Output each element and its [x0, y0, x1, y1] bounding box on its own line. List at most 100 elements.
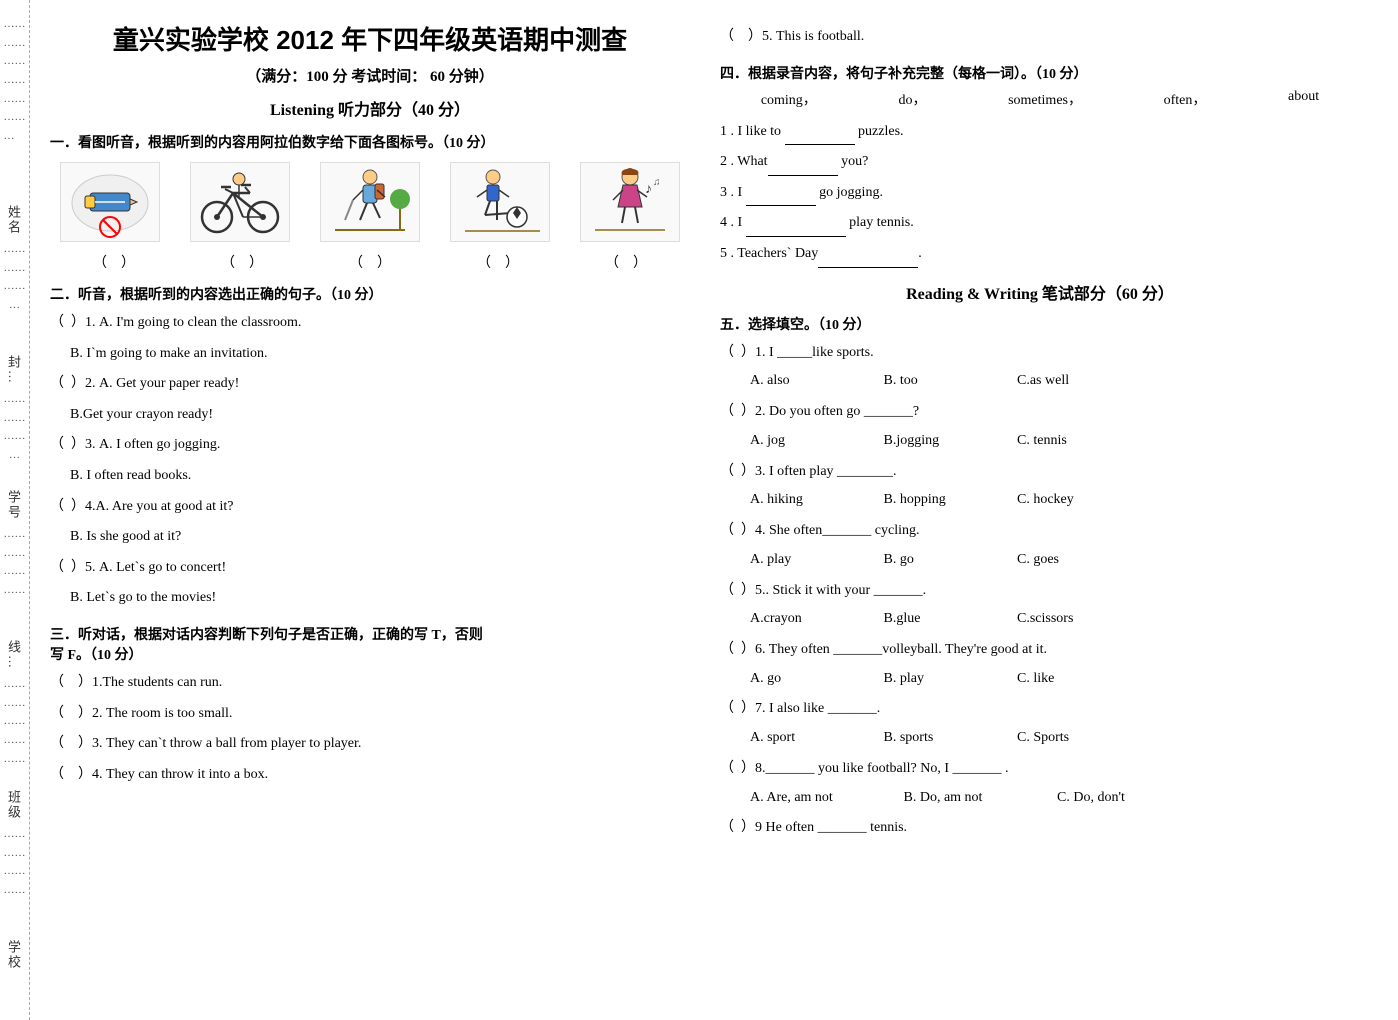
- blank-s4-2: [768, 160, 838, 176]
- s5-q6-a: A. go: [750, 666, 870, 693]
- label-banji: 班级: [4, 790, 23, 820]
- s5-q3-opts: A. hiking B. hopping C. hockey: [750, 487, 1360, 514]
- images-row: ♪ ♫: [50, 162, 690, 242]
- page: ………………………………… 姓名 ………………… 封… ………………… 学号 ……: [0, 0, 1398, 1020]
- s5-q8-text: 8._______ you like football? No, I _____…: [755, 756, 1360, 782]
- s5-q1-text: 1. I _____like sports.: [755, 340, 1360, 366]
- reading-header: Reading & Writing 笔试部分（60 分）: [720, 280, 1360, 304]
- image-3: [320, 162, 420, 242]
- s5-q7-a: A. sport: [750, 725, 870, 752]
- word-4: often，: [1164, 89, 1207, 109]
- s5-q4: （ ） 4. She often_______ cycling.: [720, 518, 1360, 544]
- section-four-title: 四．根据录音内容，将句子补充完整（每格一词）。（10 分）: [720, 63, 1360, 83]
- blank-s4-5: [818, 252, 918, 268]
- dot-lines-top: …………………………………: [4, 15, 26, 146]
- section-three-cont: （ ）5. This is football.: [720, 24, 1360, 51]
- pencil-svg: [65, 165, 155, 240]
- s2-q2: （ ）2. A. Get your paper ready!: [50, 371, 690, 398]
- s5-q2-opts: A. jog B.jogging C. tennis: [750, 428, 1360, 455]
- section-one-label: 一．: [50, 136, 78, 151]
- s5-q4-b: B. go: [884, 547, 1004, 574]
- dot-lines-mid1: …………………: [0, 240, 29, 315]
- s5-q3-text: 3. I often play ________.: [755, 459, 1360, 485]
- section-two: 二．听音，根据听到的内容选出正确的句子。（10 分） （ ）1. A. I'm …: [50, 284, 690, 612]
- section-four: 四．根据录音内容，将句子补充完整（每格一词）。（10 分） coming， do…: [720, 63, 1360, 268]
- s5-q8-opts: A. Are, am not B. Do, am not C. Do, don'…: [750, 785, 1360, 812]
- section-three-title: 三．听对话，根据对话内容判断下列句子是否正确，正确的写 T，否则写 F。（10 …: [50, 624, 690, 664]
- label-jixian: 线…: [4, 640, 23, 670]
- s5-q7-opts: A. sport B. sports C. Sports: [750, 725, 1360, 752]
- s5-q9-text: 9 He often _______ tennis.: [755, 815, 1360, 841]
- label-xuehao: 学号: [4, 490, 23, 520]
- s4-q2: 2 . What you?: [720, 149, 1360, 176]
- listening-header: Listening 听力部分（40 分）: [50, 96, 690, 120]
- image-5: ♪ ♫: [580, 162, 680, 242]
- s5-q6-c: C. like: [1017, 666, 1137, 693]
- blank-group-2: （ ）: [221, 252, 263, 272]
- s5-q3: （ ） 3. I often play ________.: [720, 459, 1360, 485]
- label-fengxian: 封…: [4, 355, 23, 385]
- answer-blanks-row: （ ） （ ） （ ） （ ） （ ）: [50, 252, 690, 272]
- word-1: coming，: [761, 89, 817, 109]
- word-5: about: [1288, 89, 1319, 109]
- s5-q5-a: A.crayon: [750, 606, 870, 633]
- dot-lines-mid3: ……………………: [0, 525, 29, 600]
- s2-q1b: B. I`m going to make an invitation.: [70, 341, 690, 368]
- exam-subtitle: （满分：100 分 考试时间： 60 分钟）: [50, 65, 690, 86]
- left-sidebar: ………………………………… 姓名 ………………… 封… ………………… 学号 ……: [0, 0, 30, 1020]
- blank-group-1: （ ）: [93, 252, 135, 272]
- section-three: 三．听对话，根据对话内容判断下列句子是否正确，正确的写 T，否则写 F。（10 …: [50, 624, 690, 788]
- s2-q3: （ ）3. A. I often go jogging.: [50, 432, 690, 459]
- s2-q4: （ ）4.A. Are you at good at it?: [50, 494, 690, 521]
- s5-q6-opts: A. go B. play C. like: [750, 666, 1360, 693]
- s5-q8-b: B. Do, am not: [904, 785, 1044, 812]
- section-two-title: 二．听音，根据听到的内容选出正确的句子。（10 分）: [50, 284, 690, 304]
- s5-q2-b: B.jogging: [884, 428, 1004, 455]
- s2-q4b: B. Is she good at it?: [70, 524, 690, 551]
- s5-q5-paren: （ ）: [720, 578, 755, 604]
- s4-q1: 1 . I like to puzzles.: [720, 119, 1360, 146]
- exam-title: 童兴实验学校 2012 年下四年级英语期中测查: [50, 20, 690, 57]
- s3-q2: （ ）2. The room is too small.: [50, 701, 690, 728]
- s5-q8-c: C. Do, don't: [1057, 785, 1177, 812]
- blank-group-5: （ ）: [605, 252, 647, 272]
- s2-q2b: B.Get your crayon ready!: [70, 402, 690, 429]
- s5-q5-c: C.scissors: [1017, 606, 1137, 633]
- s3-q5: （ ）5. This is football.: [720, 24, 1360, 51]
- s5-q2-paren: （ ）: [720, 399, 755, 425]
- s5-q1-b: B. too: [884, 368, 1004, 395]
- image-2: [190, 162, 290, 242]
- s5-q4-opts: A. play B. go C. goes: [750, 547, 1360, 574]
- right-column: （ ）5. This is football. 四．根据录音内容，将句子补充完整…: [720, 20, 1360, 1000]
- blank-s4-4: [746, 221, 846, 237]
- s5-q1-a: A. also: [750, 368, 870, 395]
- s5-q9-paren: （ ）: [720, 815, 755, 841]
- section-five: 五．选择填空。（10 分） （ ） 1. I _____like sports.…: [720, 314, 1360, 842]
- s5-q6: （ ） 6. They often _______volleyball. The…: [720, 637, 1360, 663]
- s4-q3: 3 . I go jogging.: [720, 180, 1360, 207]
- svg-text:♪: ♪: [645, 182, 652, 197]
- s5-q1-paren: （ ）: [720, 340, 755, 366]
- s5-q2: （ ） 2. Do you often go _______?: [720, 399, 1360, 425]
- s5-q5-opts: A.crayon B.glue C.scissors: [750, 606, 1360, 633]
- s2-q5b: B. Let`s go to the movies!: [70, 585, 690, 612]
- s5-q7-paren: （ ）: [720, 696, 755, 722]
- image-4: [450, 162, 550, 242]
- blank-s4-3: [746, 190, 816, 206]
- s5-q7-text: 7. I also like _______.: [755, 696, 1360, 722]
- section-five-title: 五．选择填空。（10 分）: [720, 314, 1360, 334]
- girl-svg: ♪ ♫: [585, 165, 675, 240]
- s5-q2-c: C. tennis: [1017, 428, 1137, 455]
- s5-q4-a: A. play: [750, 547, 870, 574]
- svg-text:♫: ♫: [653, 177, 661, 188]
- s5-q9: （ ） 9 He often _______ tennis.: [720, 815, 1360, 841]
- dot-lines-mid5: ……………………: [0, 825, 29, 900]
- dot-lines-mid4: …………………………: [0, 675, 29, 768]
- s5-q7: （ ） 7. I also like _______.: [720, 696, 1360, 722]
- s5-q3-b: B. hopping: [884, 487, 1004, 514]
- s2-q5: （ ）5. A. Let`s go to concert!: [50, 555, 690, 582]
- s5-q3-a: A. hiking: [750, 487, 870, 514]
- section-one: 一．看图听音，根据听到的内容用阿拉伯数字给下面各图标号。（10 分）: [50, 132, 690, 272]
- main-content: 童兴实验学校 2012 年下四年级英语期中测查 （满分：100 分 考试时间： …: [30, 0, 1398, 1020]
- word-2: do，: [898, 89, 926, 109]
